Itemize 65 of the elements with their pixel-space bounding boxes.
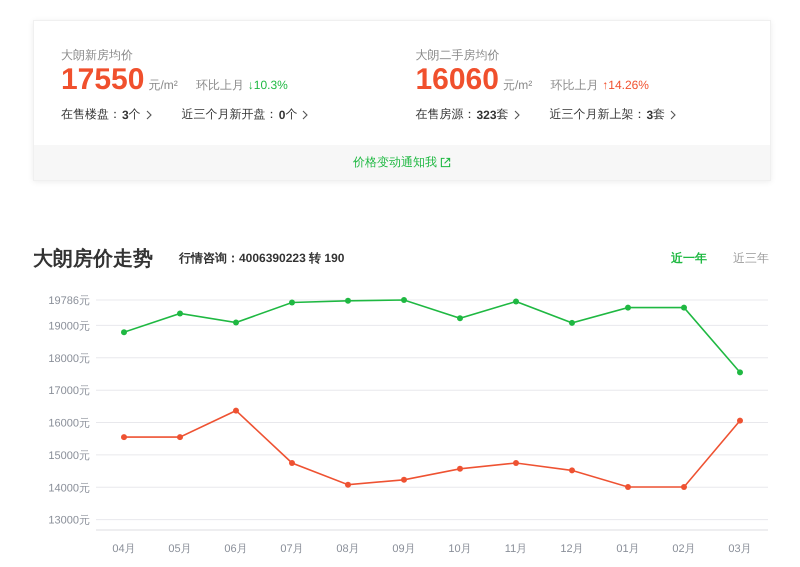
stat-link[interactable]: 近三个月新开盘：0个 <box>182 106 308 123</box>
data-point <box>569 320 575 326</box>
chevron-right-icon <box>670 110 676 120</box>
x-tick-label: 02月 <box>672 543 696 555</box>
data-point <box>625 484 631 490</box>
x-tick-label: 06月 <box>224 543 248 555</box>
y-tick-label: 14000元 <box>48 482 90 494</box>
data-point <box>513 460 519 466</box>
price-title: 大朗新房均价 <box>61 47 134 63</box>
chevron-right-icon <box>146 110 152 120</box>
data-point <box>681 484 687 490</box>
y-tick-label: 19786元 <box>48 295 90 307</box>
y-tick-label: 17000元 <box>48 385 90 398</box>
data-point <box>457 466 463 472</box>
data-point <box>289 460 295 466</box>
data-point <box>233 320 239 326</box>
x-tick-label: 05月 <box>168 543 192 555</box>
y-tick-label: 13000元 <box>48 514 90 527</box>
stat-link[interactable]: 近三个月新上架：3套 <box>550 106 676 123</box>
x-tick-label: 01月 <box>616 543 640 555</box>
change-value: ↓10.3% <box>248 78 288 92</box>
chevron-right-icon <box>514 110 520 120</box>
x-tick-label: 03月 <box>728 543 752 555</box>
data-point <box>345 298 351 304</box>
chevron-right-icon <box>302 110 308 120</box>
x-tick-label: 11月 <box>504 543 528 555</box>
data-point <box>121 329 127 336</box>
change-value: ↑14.26% <box>602 78 649 92</box>
data-point <box>401 297 407 303</box>
data-point <box>625 304 631 311</box>
price-unit: 元/m² <box>502 77 532 94</box>
data-point <box>513 298 519 304</box>
average-price: 16060 <box>416 64 499 96</box>
data-point <box>681 304 687 311</box>
data-point <box>289 300 295 306</box>
x-tick-label: 12月 <box>560 543 584 555</box>
data-point <box>737 418 743 424</box>
x-tick-label: 08月 <box>336 543 360 555</box>
data-point <box>457 315 463 322</box>
y-tick-label: 18000元 <box>48 352 90 365</box>
change-label: 环比上月 <box>196 77 244 94</box>
x-tick-label: 07月 <box>280 543 304 555</box>
x-tick-label: 04月 <box>112 543 136 555</box>
y-tick-label: 19000元 <box>48 320 90 332</box>
data-point <box>569 467 575 474</box>
external-link-icon <box>440 157 451 168</box>
x-tick-label: 10月 <box>448 543 472 555</box>
data-point <box>737 369 743 376</box>
data-point <box>345 482 351 488</box>
stat-link[interactable]: 在售楼盘：3个 <box>61 106 152 123</box>
data-point <box>177 310 183 316</box>
average-price: 17550 <box>61 64 144 96</box>
price-title: 大朗二手房均价 <box>416 47 500 63</box>
data-point <box>233 408 239 414</box>
change-label: 环比上月 <box>550 77 598 94</box>
hotline-text: 行情咨询：4006390223 转 190 <box>179 250 344 266</box>
section-title: 大朗房价走势 <box>33 246 153 272</box>
price-unit: 元/m² <box>148 77 178 94</box>
y-tick-label: 15000元 <box>48 450 90 462</box>
x-tick-label: 09月 <box>392 543 416 555</box>
data-point <box>401 476 407 483</box>
stat-link[interactable]: 在售房源：323套 <box>416 106 520 123</box>
data-point <box>121 434 127 440</box>
data-point <box>177 434 183 440</box>
y-tick-label: 16000元 <box>48 418 90 430</box>
